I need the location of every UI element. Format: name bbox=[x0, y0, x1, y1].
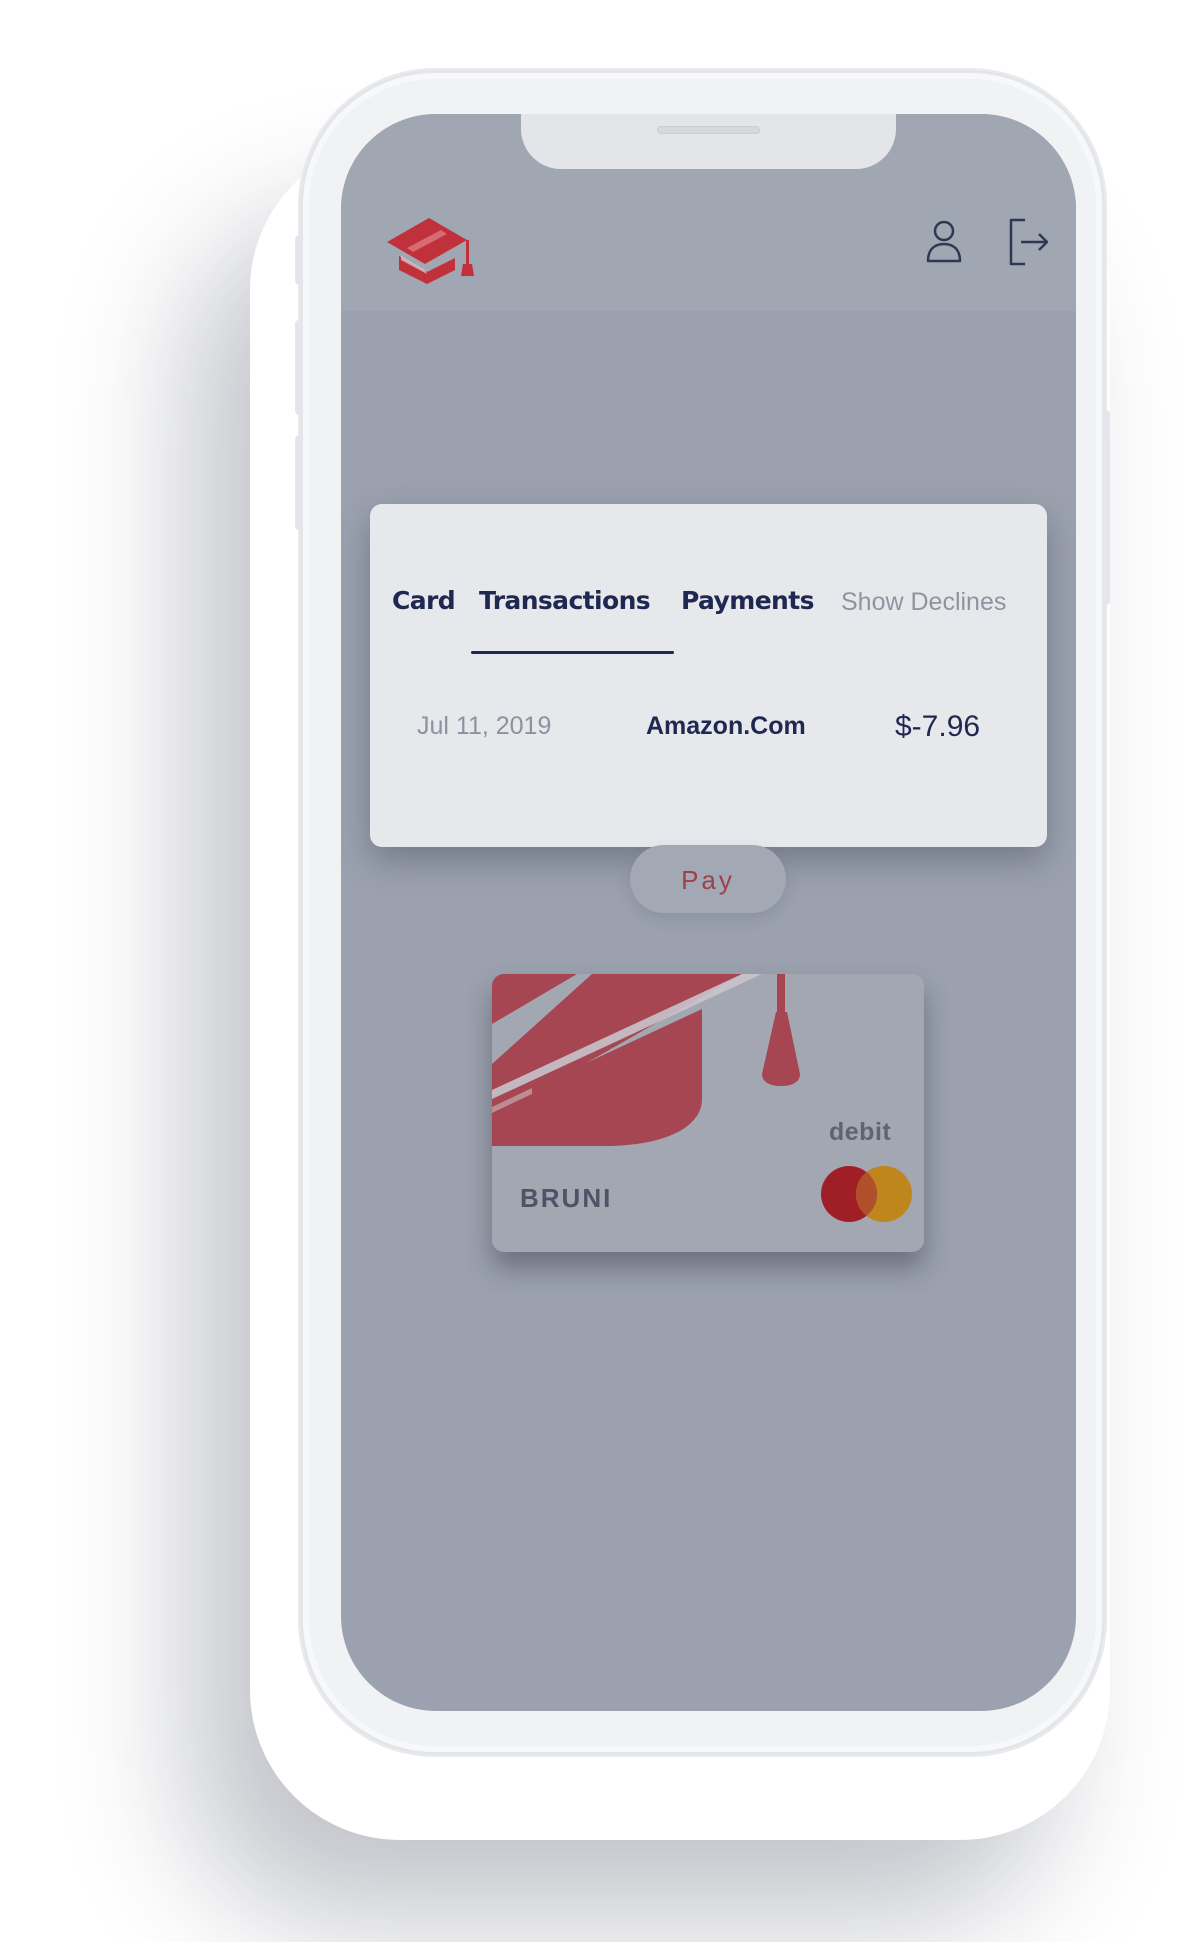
graduation-cap-card-logo bbox=[387, 218, 474, 284]
phone-frame: Card Transactions Payments Show Declines… bbox=[295, 70, 1110, 1755]
transaction-amount: $-7.96 bbox=[895, 710, 981, 743]
cardholder-name: BRUNI bbox=[520, 1183, 613, 1213]
transaction-row[interactable]: Jul 11, 2019 Amazon.Com $-7.96 bbox=[370, 710, 1047, 750]
phone-notch bbox=[521, 114, 896, 169]
profile-button[interactable] bbox=[918, 216, 970, 268]
logout-button[interactable] bbox=[1003, 216, 1055, 268]
app-screen: Card Transactions Payments Show Declines… bbox=[341, 114, 1076, 1711]
speaker-grille bbox=[657, 126, 760, 134]
volume-up-button bbox=[295, 320, 303, 415]
card-type-label: debit bbox=[829, 1118, 892, 1146]
user-icon bbox=[926, 220, 962, 263]
tab-show-declines[interactable]: Show Declines bbox=[841, 588, 1006, 617]
transaction-merchant: Amazon.Com bbox=[646, 712, 806, 740]
active-tab-indicator bbox=[471, 651, 674, 654]
tab-transactions[interactable]: Transactions bbox=[479, 586, 651, 615]
transactions-panel: Card Transactions Payments Show Declines… bbox=[370, 504, 1047, 847]
logout-icon bbox=[1009, 218, 1049, 266]
pay-button[interactable]: Pay bbox=[630, 845, 786, 913]
tab-payments[interactable]: Payments bbox=[681, 586, 814, 615]
stage: Card Transactions Payments Show Declines… bbox=[0, 0, 1200, 1942]
power-button bbox=[1102, 410, 1110, 605]
tab-card[interactable]: Card bbox=[392, 586, 456, 615]
tab-bar: Card Transactions Payments Show Declines bbox=[370, 586, 1047, 626]
pay-button-label: Pay bbox=[681, 865, 735, 895]
mute-switch bbox=[295, 235, 303, 285]
transaction-date: Jul 11, 2019 bbox=[417, 712, 552, 740]
mastercard-logo bbox=[821, 1166, 912, 1222]
debit-card[interactable]: debit BRUNI bbox=[492, 974, 924, 1252]
volume-down-button bbox=[295, 435, 303, 530]
